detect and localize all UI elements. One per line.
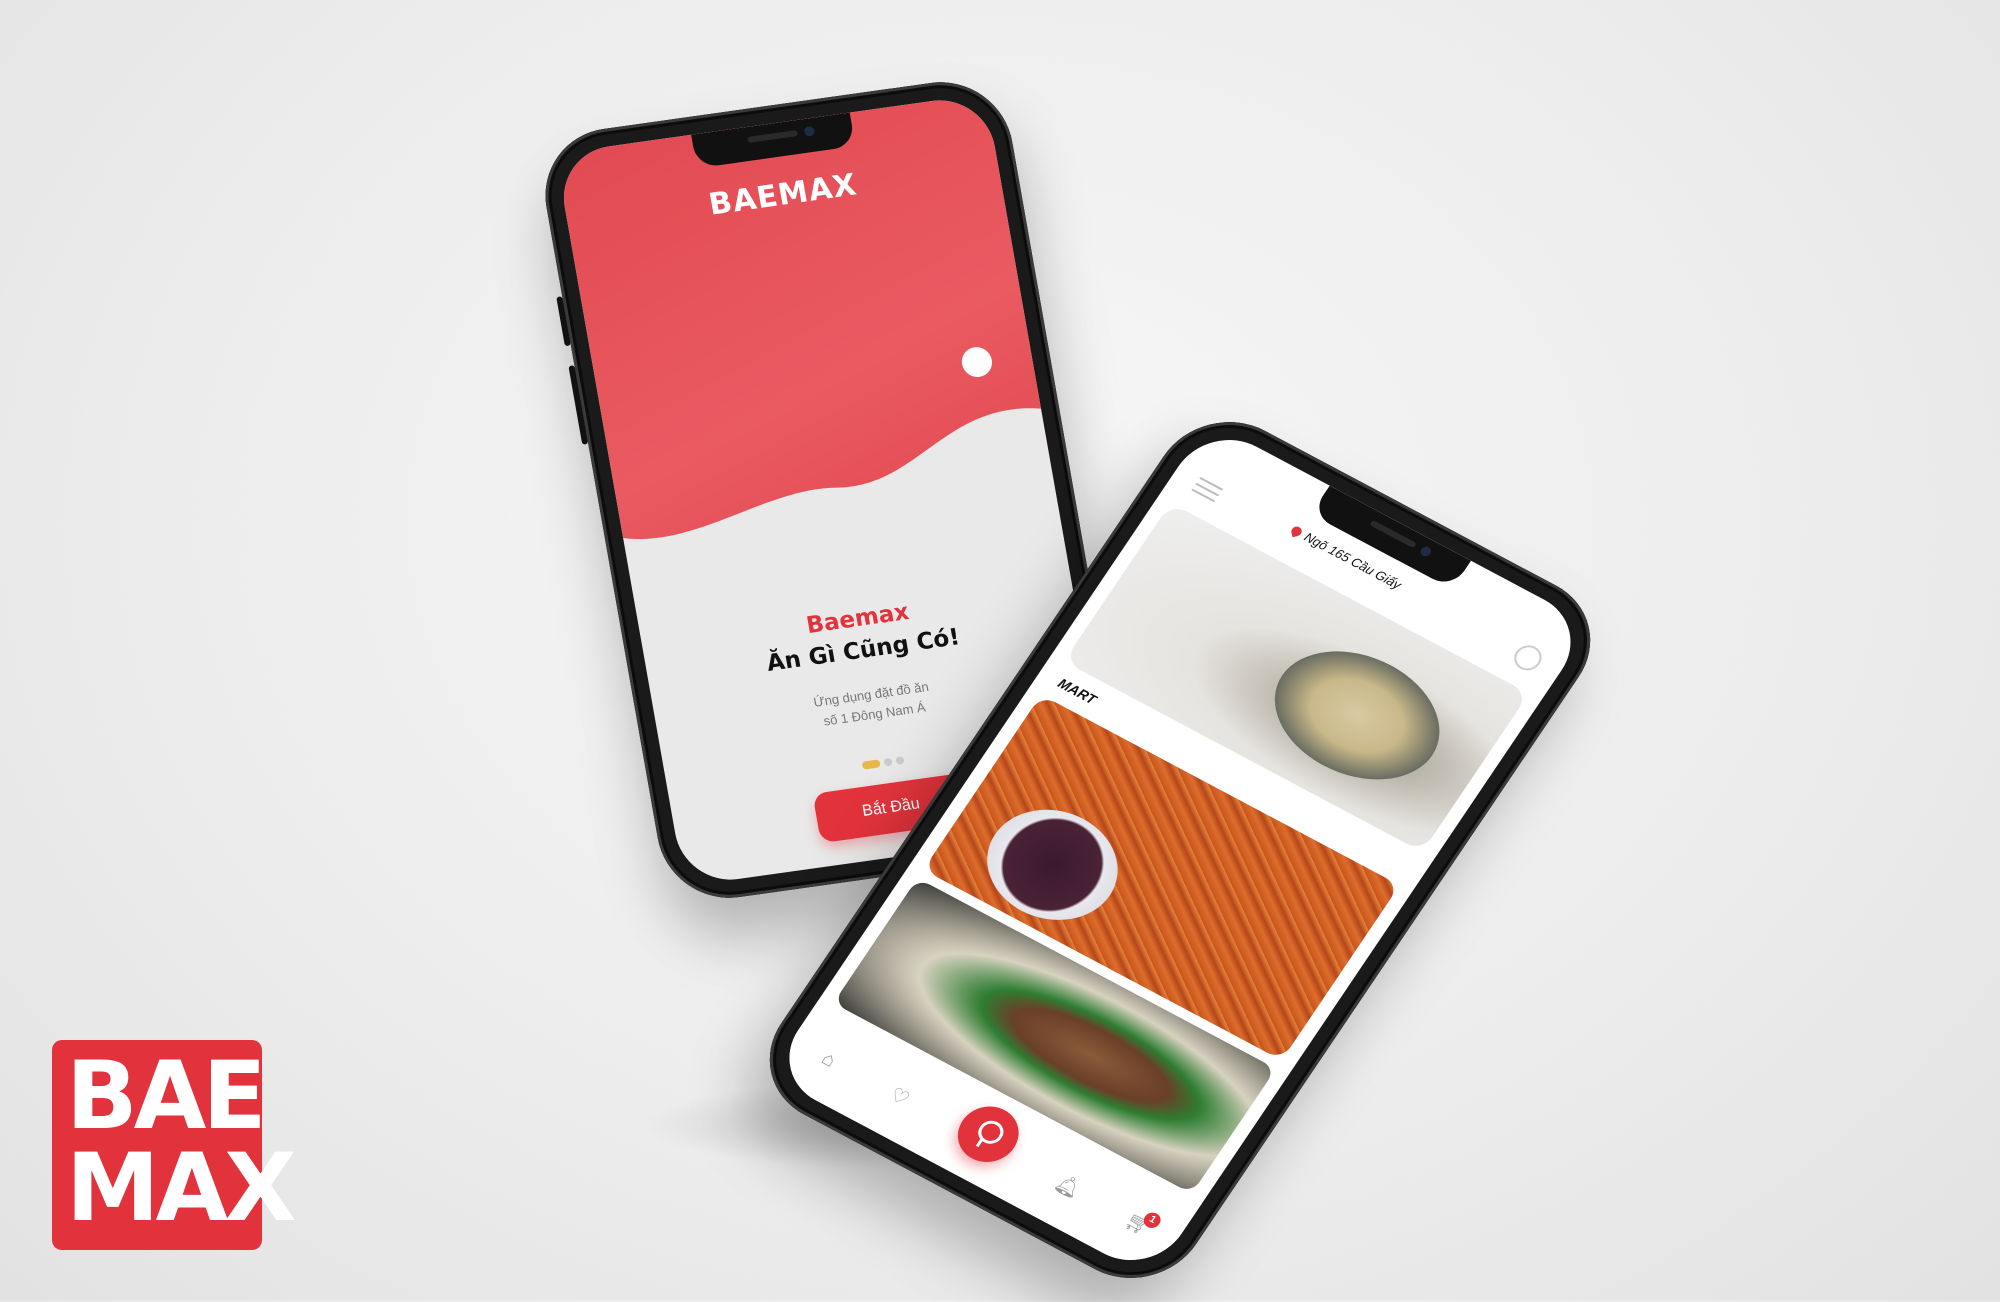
cart-icon[interactable]: 🛒︎ 1	[1120, 1208, 1164, 1239]
brand-logo: BAE MAX	[52, 1040, 297, 1250]
pasta-image	[1248, 625, 1466, 806]
smile-icon[interactable]	[1509, 640, 1547, 675]
logo-line: MAX	[66, 1134, 297, 1243]
side-button	[568, 365, 589, 445]
subtitle: Ứng dụng đặt đồ ăn số 1 Đông Nam Á	[744, 667, 1003, 742]
section-label: MART	[1055, 675, 1100, 708]
carousel-dot[interactable]	[861, 759, 881, 770]
cart-badge: 1	[1140, 1209, 1164, 1231]
location-pin-icon	[1290, 525, 1303, 538]
search-icon[interactable]	[946, 1096, 1031, 1173]
carousel-dot[interactable]	[883, 757, 893, 767]
heart-icon[interactable]: ♡	[882, 1082, 917, 1113]
side-button	[556, 296, 571, 347]
home-icon[interactable]: ⌂	[811, 1044, 846, 1075]
carousel-dot[interactable]	[895, 755, 905, 765]
logo-line: BAE	[66, 1042, 267, 1151]
bell-icon[interactable]: 🔔︎	[1050, 1171, 1085, 1202]
menu-icon[interactable]	[1188, 473, 1226, 507]
